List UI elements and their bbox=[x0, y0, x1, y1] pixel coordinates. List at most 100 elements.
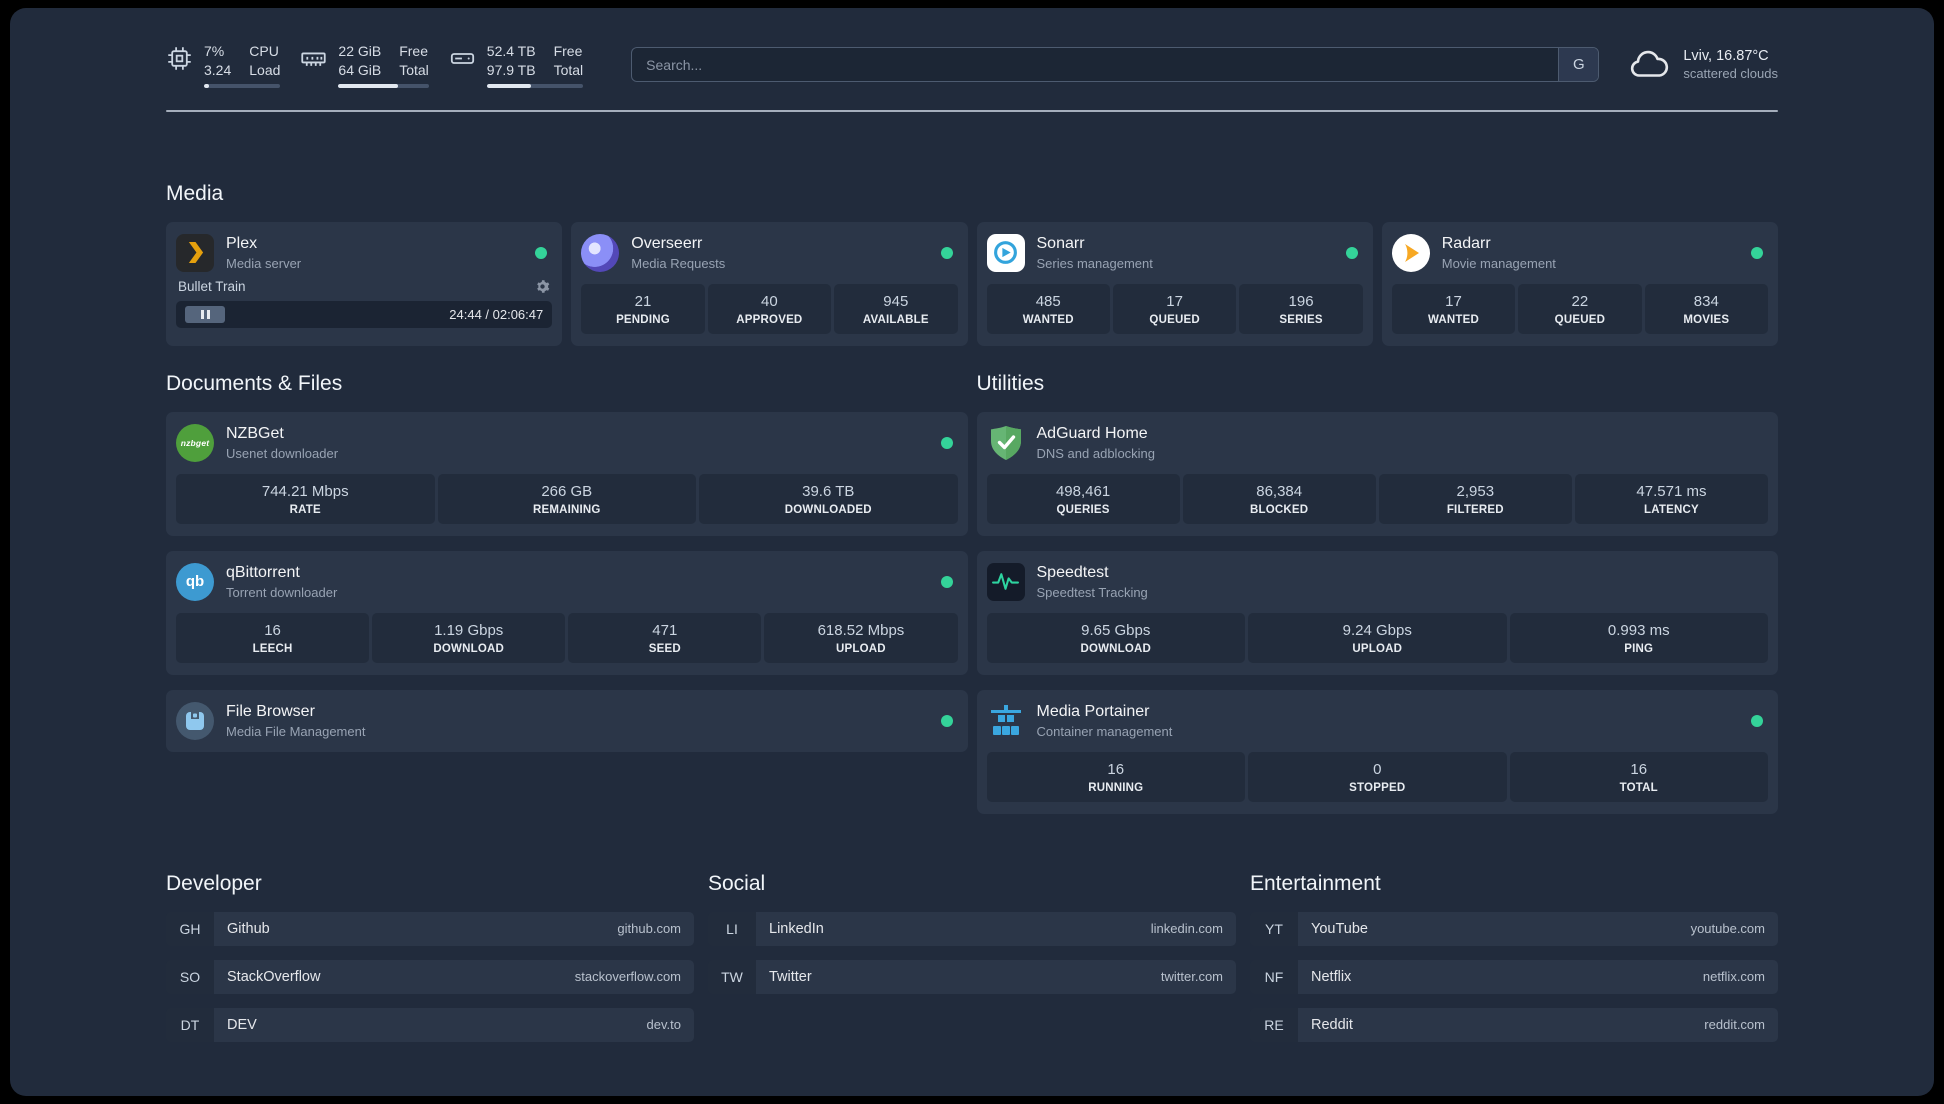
bookmark-group-entertainment: Entertainment YT YouTube youtube.com NF … bbox=[1250, 872, 1778, 1042]
cpu-load-value: 3.24 bbox=[204, 61, 232, 78]
service-link-plex[interactable]: Plex Media server bbox=[176, 233, 552, 272]
bookmark-reddit[interactable]: RE Reddit reddit.com bbox=[1250, 1007, 1778, 1042]
memory-label-bottom: Total bbox=[399, 61, 429, 78]
service-link-adguard[interactable]: AdGuard Home DNS and adblocking bbox=[987, 424, 1769, 462]
bookmark-name: Github bbox=[227, 920, 270, 937]
stat-value: 40 bbox=[761, 292, 778, 310]
stat-label: WANTED bbox=[1427, 313, 1479, 326]
stat-box: 485 WANTED bbox=[986, 283, 1110, 334]
stats-row: 21 PENDING 40 APPROVED 945 AVAILABLE bbox=[581, 283, 958, 334]
service-subtitle: Media server bbox=[226, 255, 302, 271]
status-dot bbox=[1751, 246, 1763, 259]
bookmark-abbr: SO bbox=[166, 959, 214, 994]
cpu-widget: 7% 3.24 CPU Load bbox=[166, 42, 281, 88]
bookmark-name: Netflix bbox=[1311, 968, 1352, 985]
status-dot bbox=[940, 714, 953, 727]
stat-value: 834 bbox=[1693, 292, 1719, 310]
bookmark-domain: netflix.com bbox=[1702, 969, 1765, 985]
stats-row: 485 WANTED 17 QUEUED 196 SERIES bbox=[986, 283, 1363, 334]
weather-condition: scattered clouds bbox=[1683, 66, 1778, 82]
radarr-icon bbox=[1391, 233, 1430, 272]
service-card-sonarr: Sonarr Series management 485 WANTED 17 Q… bbox=[976, 221, 1373, 346]
stat-box: 16 LEECH bbox=[176, 612, 370, 663]
section-title-utilities: Utilities bbox=[976, 371, 1045, 395]
stat-box: 834 MOVIES bbox=[1644, 283, 1769, 334]
bookmark-abbr: DT bbox=[166, 1007, 214, 1042]
service-link-overseerr[interactable]: Overseerr Media Requests bbox=[581, 233, 957, 272]
bookmark-youtube[interactable]: YT YouTube youtube.com bbox=[1250, 911, 1778, 946]
service-card-adguard: AdGuard Home DNS and adblocking 498,461 … bbox=[976, 411, 1778, 536]
memory-icon bbox=[301, 52, 327, 66]
service-title: Sonarr bbox=[1036, 234, 1085, 252]
stats-row: 744.21 Mbps RATE 266 GB REMAINING 39.6 T… bbox=[176, 473, 958, 524]
bookmark-linkedin[interactable]: LI LinkedIn linkedin.com bbox=[708, 911, 1236, 946]
stats-row: 16 LEECH 1.19 Gbps DOWNLOAD 471 SEED 618… bbox=[176, 612, 958, 663]
stat-label: DOWNLOAD bbox=[433, 642, 504, 655]
cloud-icon bbox=[1631, 51, 1669, 78]
stats-row: 9.65 Gbps DOWNLOAD 9.24 Gbps UPLOAD 0.99… bbox=[986, 612, 1768, 663]
service-link-speedtest[interactable]: Speedtest Speedtest Tracking bbox=[986, 562, 1769, 601]
stat-value: 744.21 Mbps bbox=[261, 482, 349, 500]
stat-value: 485 bbox=[1035, 292, 1061, 310]
bookmark-stackoverflow[interactable]: SO StackOverflow stackoverflow.com bbox=[166, 959, 694, 994]
qbittorrent-icon: qb bbox=[176, 562, 214, 601]
cpu-icon bbox=[168, 47, 191, 70]
player-seekbar[interactable]: 24:44 / 02:06:47 bbox=[176, 300, 553, 328]
stat-label: WANTED bbox=[1022, 313, 1074, 326]
service-link-filebrowser[interactable]: File Browser Media File Management bbox=[176, 701, 958, 740]
bookmark-github[interactable]: GH Github github.com bbox=[166, 911, 694, 946]
stat-label: QUERIES bbox=[1056, 503, 1110, 516]
stat-label: PING bbox=[1624, 642, 1654, 655]
topbar: 7% 3.24 CPU Load 22 GiB 64 GiB Free Tota… bbox=[166, 42, 1778, 88]
service-link-sonarr[interactable]: Sonarr Series management bbox=[986, 233, 1363, 272]
service-subtitle: Media File Management bbox=[226, 723, 366, 739]
bookmark-group-developer: Developer GH Github github.com SO StackO… bbox=[166, 872, 694, 1042]
section-title-documents: Documents & Files bbox=[166, 371, 343, 395]
qbittorrent-icon-text: qb bbox=[185, 573, 205, 591]
cpu-percent: 7% bbox=[204, 43, 225, 59]
nzbget-icon: nzbget bbox=[176, 423, 214, 462]
service-title: qBittorrent bbox=[226, 563, 300, 581]
stat-box: 17 WANTED bbox=[1391, 283, 1516, 334]
bookmark-netflix[interactable]: NF Netflix netflix.com bbox=[1250, 959, 1778, 994]
service-link-radarr[interactable]: Radarr Movie management bbox=[1391, 233, 1768, 272]
service-link-portainer[interactable]: Media Portainer Container management bbox=[987, 702, 1769, 740]
stat-value: 9.65 Gbps bbox=[1081, 621, 1151, 639]
stat-label: MOVIES bbox=[1683, 313, 1730, 326]
service-title: Radarr bbox=[1441, 234, 1491, 252]
service-card-nzbget: nzbget NZBGet Usenet downloader 744.21 M… bbox=[166, 411, 968, 536]
stat-box: 471 SEED bbox=[568, 612, 762, 663]
service-card-radarr: Radarr Movie management 17 WANTED 22 QUE… bbox=[1381, 221, 1778, 346]
bookmark-dev[interactable]: DT DEV dev.to bbox=[166, 1007, 694, 1042]
memory-free: 22 GiB bbox=[338, 43, 382, 59]
stat-value: 945 bbox=[883, 292, 909, 310]
stat-value: 22 bbox=[1571, 292, 1589, 310]
stat-box: 945 AVAILABLE bbox=[834, 283, 958, 334]
service-link-nzbget[interactable]: nzbget NZBGet Usenet downloader bbox=[176, 423, 958, 462]
stat-value: 1.19 Gbps bbox=[434, 621, 504, 639]
stats-row: 16 RUNNING 0 STOPPED 16 TOTAL bbox=[986, 751, 1768, 802]
bookmark-domain: reddit.com bbox=[1704, 1017, 1765, 1033]
service-link-qbittorrent[interactable]: qb qBittorrent Torrent downloader bbox=[176, 562, 958, 601]
stats-row: 17 WANTED 22 QUEUED 834 MOVIES bbox=[1391, 283, 1769, 334]
stat-value: 266 GB bbox=[541, 482, 593, 500]
stat-label: LEECH bbox=[252, 642, 293, 655]
disk-icon bbox=[450, 53, 474, 64]
weather-widget: Lviv, 16.87°C scattered clouds bbox=[1627, 48, 1778, 81]
gear-icon[interactable] bbox=[535, 279, 550, 294]
search-input[interactable] bbox=[631, 47, 1600, 83]
bookmark-twitter[interactable]: TW Twitter twitter.com bbox=[708, 959, 1236, 994]
memory-total: 64 GiB bbox=[338, 61, 382, 78]
stat-value: 86,384 bbox=[1256, 482, 1303, 500]
stat-box: 0 STOPPED bbox=[1248, 751, 1507, 802]
search-provider-button[interactable]: G bbox=[1558, 48, 1599, 82]
pause-button[interactable] bbox=[185, 305, 225, 323]
bookmark-abbr: YT bbox=[1250, 911, 1298, 946]
cpu-label-top: CPU bbox=[249, 43, 279, 59]
status-dot bbox=[535, 246, 548, 259]
stat-value: 618.52 Mbps bbox=[817, 621, 905, 639]
service-card-filebrowser: File Browser Media File Management bbox=[166, 689, 968, 752]
service-title: Overseerr bbox=[631, 234, 703, 252]
section-title-social: Social bbox=[708, 871, 766, 895]
stat-value: 2,953 bbox=[1456, 482, 1495, 500]
